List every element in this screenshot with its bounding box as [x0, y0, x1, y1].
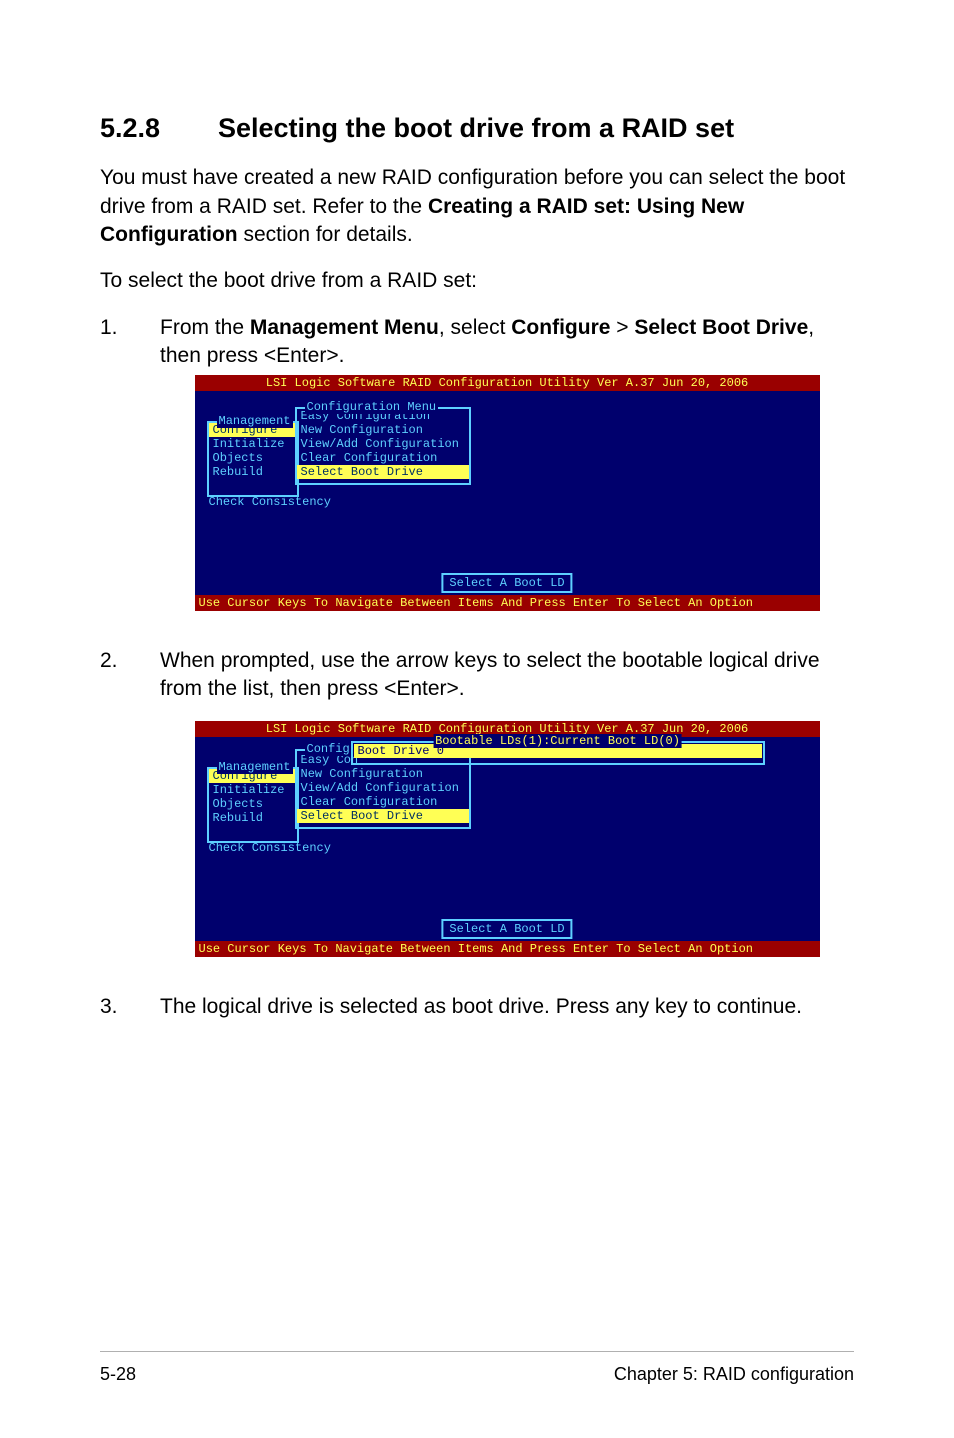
- bios-hint-bar: Use Cursor Keys To Navigate Between Item…: [195, 941, 820, 957]
- cfg-item-view-add[interactable]: View/Add Configuration: [297, 437, 469, 451]
- menu-item-rebuild[interactable]: Rebuild: [209, 465, 297, 479]
- cfg-item-clear[interactable]: Clear Configuration: [297, 795, 469, 809]
- cfg-item-clear[interactable]: Clear Configuration: [297, 451, 469, 465]
- step-3: 3. The logical drive is selected as boot…: [100, 993, 854, 1021]
- step-number: 3.: [100, 993, 160, 1021]
- configuration-menu-panel: Configuration Menu Easy Configuration Ne…: [295, 407, 471, 485]
- management-menu-panel: Management Configure Initialize Objects …: [207, 421, 299, 497]
- configuration-menu-title: Configuration Menu: [305, 400, 439, 414]
- menu-item-check-consistency[interactable]: Check Consistency: [209, 495, 331, 509]
- section-heading: 5.2.8Selecting the boot drive from a RAI…: [100, 110, 854, 146]
- chapter-label: Chapter 5: RAID configuration: [614, 1362, 854, 1386]
- config-label-fragment: Config: [295, 749, 351, 767]
- menu-item-rebuild[interactable]: Rebuild: [209, 811, 297, 825]
- step-1: 1. From the Management Menu, select Conf…: [100, 314, 854, 637]
- menu-item-objects[interactable]: Objects: [209, 797, 297, 811]
- section-title: Selecting the boot drive from a RAID set: [218, 113, 734, 143]
- select-boot-popup: Select A Boot LD: [441, 919, 572, 939]
- management-menu-panel: Management Configure Initialize Objects …: [207, 767, 299, 843]
- page-footer: 5-28 Chapter 5: RAID configuration: [100, 1351, 854, 1386]
- bios-title-bar: LSI Logic Software RAID Configuration Ut…: [195, 375, 820, 391]
- menu-item-initialize[interactable]: Initialize: [209, 437, 297, 451]
- select-boot-popup: Select A Boot LD: [441, 573, 572, 593]
- step-3-text: The logical drive is selected as boot dr…: [160, 995, 802, 1018]
- step-number: 1.: [100, 314, 160, 637]
- bios-screenshot-1: LSI Logic Software RAID Configuration Ut…: [195, 375, 820, 611]
- menu-item-objects[interactable]: Objects: [209, 451, 297, 465]
- step-number: 2.: [100, 647, 160, 984]
- bios-hint-bar: Use Cursor Keys To Navigate Between Item…: [195, 595, 820, 611]
- menu-item-check-consistency[interactable]: Check Consistency: [209, 841, 331, 855]
- bootable-lds-panel: Bootable LDs(1):Current Boot LD(0) Boot …: [351, 741, 765, 765]
- bootable-lds-title: Bootable LDs(1):Current Boot LD(0): [433, 734, 682, 748]
- bios-screenshot-2: LSI Logic Software RAID Configuration Ut…: [195, 721, 820, 957]
- step-2: 2. When prompted, use the arrow keys to …: [100, 647, 854, 984]
- cfg-item-select-boot[interactable]: Select Boot Drive: [297, 465, 469, 479]
- page-number: 5-28: [100, 1362, 136, 1386]
- cfg-item-new[interactable]: New Configuration: [297, 767, 469, 781]
- cfg-item-new[interactable]: New Configuration: [297, 423, 469, 437]
- lead-in-paragraph: To select the boot drive from a RAID set…: [100, 267, 854, 295]
- step-2-text: When prompted, use the arrow keys to sel…: [160, 649, 820, 700]
- cfg-item-select-boot[interactable]: Select Boot Drive: [297, 809, 469, 823]
- management-menu-title: Management: [217, 760, 293, 774]
- management-menu-title: Management: [217, 414, 293, 428]
- intro-paragraph: You must have created a new RAID configu…: [100, 164, 854, 249]
- cfg-item-view-add[interactable]: View/Add Configuration: [297, 781, 469, 795]
- menu-item-initialize[interactable]: Initialize: [209, 783, 297, 797]
- section-number: 5.2.8: [100, 110, 218, 146]
